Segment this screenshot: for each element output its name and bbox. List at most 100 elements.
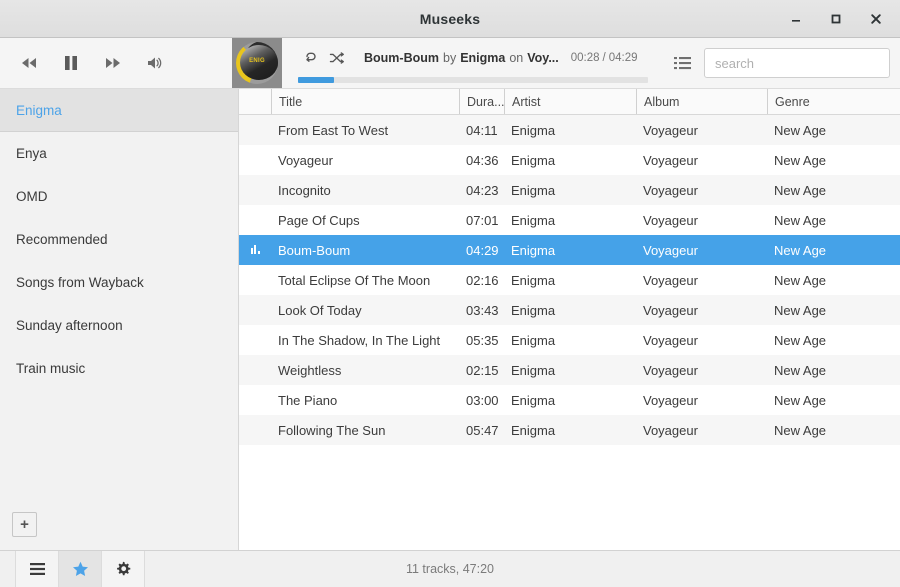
- column-header-artist[interactable]: Artist: [504, 89, 636, 114]
- now-playing-text: Boum-Boum by Enigma on Voy...: [364, 51, 559, 65]
- column-header-genre[interactable]: Genre: [767, 89, 900, 114]
- cell-title: Following The Sun: [278, 422, 386, 438]
- table-row[interactable]: From East To West 04:11 Enigma Voyageur New …: [239, 115, 900, 145]
- sidebar-item-enigma[interactable]: Enigma: [0, 89, 238, 132]
- table-row[interactable]: Following The Sun 05:47 Enigma Voyageur New …: [239, 415, 900, 445]
- row-indicator: [239, 125, 271, 135]
- cell-album: Voyageur: [643, 332, 698, 348]
- cell-artist: Enigma: [511, 332, 556, 348]
- now-playing-on: on: [509, 50, 524, 65]
- sidebar-item-label: Songs from Wayback: [16, 274, 144, 290]
- cell-artist: Enigma: [511, 392, 556, 408]
- table-row[interactable]: The Piano 03:00 Enigma Voyageur New Age: [239, 385, 900, 415]
- minimize-icon[interactable]: [784, 7, 808, 31]
- cell-duration: 07:01: [466, 212, 499, 228]
- cell-artist: Enigma: [511, 302, 556, 318]
- status-bar: 11 tracks, 47:20: [0, 550, 900, 587]
- now-playing-by: by: [443, 50, 457, 65]
- cell-album: Voyageur: [643, 302, 698, 318]
- star-icon: [72, 561, 89, 577]
- status-tab-star[interactable]: [58, 551, 102, 587]
- cell-artist: Enigma: [511, 422, 556, 438]
- table-row[interactable]: Page Of Cups 07:01 Enigma Voyageur New Age: [239, 205, 900, 235]
- pause-icon[interactable]: [58, 50, 84, 76]
- sidebar-item-enya[interactable]: Enya: [0, 132, 238, 175]
- table-row[interactable]: In The Shadow, In The Light 05:35 Enigma Vo…: [239, 325, 900, 355]
- sidebar-item-recommended[interactable]: Recommended: [0, 218, 238, 261]
- track-table: Title Dura... Artist Album Genre From East T…: [239, 89, 900, 550]
- sidebar-item-label: Train music: [16, 360, 86, 376]
- row-indicator: [239, 395, 271, 405]
- previous-icon[interactable]: [16, 50, 42, 76]
- row-indicator: [239, 185, 271, 195]
- cell-album: Voyageur: [643, 182, 698, 198]
- row-indicator: [239, 335, 271, 345]
- row-indicator: [239, 275, 271, 285]
- sidebar-item-label: Enya: [16, 145, 47, 161]
- column-header-dura[interactable]: Dura...: [459, 89, 504, 114]
- now-playing-row: Boum-Boum by Enigma on Voy... 00:28/04:29: [282, 44, 660, 72]
- close-icon[interactable]: [864, 7, 888, 31]
- table-row[interactable]: Total Eclipse Of The Moon 02:16 Enigma Voya…: [239, 265, 900, 295]
- repeat-icon[interactable]: [298, 48, 324, 68]
- next-icon[interactable]: [100, 50, 126, 76]
- queue-icon[interactable]: [660, 38, 704, 88]
- now-playing-album: Voy...: [527, 50, 559, 65]
- album-cover: ENIG: [232, 38, 282, 88]
- sidebar-item-songs-from-wayback[interactable]: Songs from Wayback: [0, 261, 238, 304]
- volume-icon[interactable]: [142, 50, 168, 76]
- sidebar-item-train-music[interactable]: Train music: [0, 347, 238, 390]
- cell-genre: New Age: [774, 302, 827, 318]
- now-playing-track: Boum-Boum: [364, 50, 439, 65]
- status-tab-library[interactable]: [15, 551, 59, 587]
- cell-album: Voyageur: [643, 422, 698, 438]
- elapsed-time: 00:28: [570, 51, 600, 64]
- cell-duration: 05:47: [466, 422, 499, 438]
- now-playing-artist: Enigma: [460, 50, 506, 65]
- table-row[interactable]: Boum-Boum 04:29 Enigma Voyageur New Age: [239, 235, 900, 265]
- seek-bar[interactable]: [298, 76, 648, 83]
- seek-bar-fill: [298, 76, 335, 83]
- sidebar-item-omd[interactable]: OMD: [0, 175, 238, 218]
- search-input[interactable]: [704, 48, 890, 78]
- status-tab-settings[interactable]: [101, 551, 145, 587]
- cell-genre: New Age: [774, 272, 827, 288]
- cell-genre: New Age: [774, 422, 827, 438]
- cell-album: Voyageur: [643, 152, 698, 168]
- cell-artist: Enigma: [511, 362, 556, 378]
- table-row[interactable]: Incognito 04:23 Enigma Voyageur New Age: [239, 175, 900, 205]
- table-row[interactable]: Weightless 02:15 Enigma Voyageur New Age: [239, 355, 900, 385]
- add-playlist-button[interactable]: +: [12, 511, 37, 537]
- cell-album: Voyageur: [643, 362, 698, 378]
- cell-title: Total Eclipse Of The Moon: [278, 272, 431, 288]
- cell-artist: Enigma: [511, 182, 556, 198]
- cell-artist: Enigma: [511, 152, 556, 168]
- settings-icon: [115, 561, 131, 577]
- cell-duration: 04:36: [466, 152, 499, 168]
- column-header-title[interactable]: Title: [271, 89, 459, 114]
- table-row[interactable]: Voyageur 04:36 Enigma Voyageur New Age: [239, 145, 900, 175]
- shuffle-icon[interactable]: [324, 48, 350, 68]
- maximize-icon[interactable]: [824, 7, 848, 31]
- cell-genre: New Age: [774, 152, 827, 168]
- cell-title: The Piano: [278, 392, 338, 408]
- main-body: Enigma Enya OMD Recommended Songs from Wayba…: [0, 89, 900, 550]
- cell-album: Voyageur: [643, 272, 698, 288]
- album-art-caption: ENIG: [249, 58, 265, 64]
- time-separator: /: [602, 51, 606, 64]
- sidebar-item-sunday-afternoon[interactable]: Sunday afternoon: [0, 304, 238, 347]
- cell-genre: New Age: [774, 122, 827, 138]
- cell-title: Incognito: [278, 182, 331, 198]
- row-indicator: [239, 305, 271, 315]
- table-row[interactable]: Look Of Today 03:43 Enigma Voyageur New Age: [239, 295, 900, 325]
- cell-title: Weightless: [278, 362, 342, 378]
- cell-genre: New Age: [774, 332, 827, 348]
- cell-artist: Enigma: [511, 212, 556, 228]
- playback-controls: [0, 38, 232, 88]
- cell-title: Voyageur: [278, 152, 333, 168]
- playlist-footer: +: [0, 498, 238, 550]
- row-indicator: [239, 365, 271, 375]
- cell-duration: 02:16: [466, 272, 499, 288]
- cell-album: Voyageur: [643, 242, 698, 258]
- column-header-album[interactable]: Album: [636, 89, 767, 114]
